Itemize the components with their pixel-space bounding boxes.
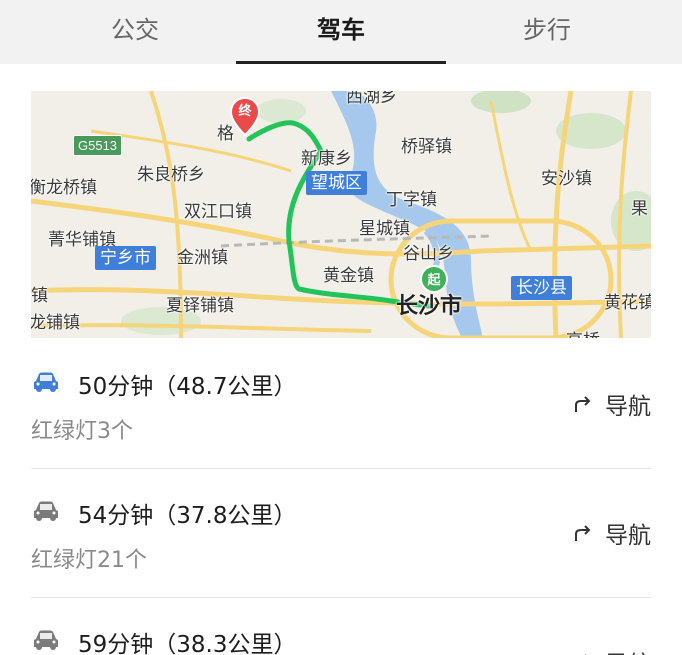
highway-shield: G5513 xyxy=(73,135,123,156)
route-summary: 54分钟（37.8公里） xyxy=(78,503,297,529)
turn-arrow-icon xyxy=(575,396,591,412)
map-label: 金洲镇 xyxy=(177,248,228,268)
navigate-label: 导航 xyxy=(605,394,651,420)
map-label: 黄金镇 xyxy=(323,266,374,286)
traffic-lights-count: 红绿灯21个 xyxy=(31,548,147,573)
tab-walk[interactable]: 步行 xyxy=(472,0,622,64)
traffic-lights-count: 红绿灯3个 xyxy=(31,419,133,444)
district-badge-ningxiang: 宁乡市 xyxy=(95,246,156,270)
district-badge-wangcheng: 望城区 xyxy=(306,171,367,195)
navigate-button[interactable]: 导航 xyxy=(573,389,651,420)
navigate-button[interactable]: 导航 xyxy=(573,647,651,655)
active-tab-indicator xyxy=(236,61,446,64)
map-label: 衡龙桥镇 xyxy=(31,178,97,198)
destination-pin-label: 终 xyxy=(238,104,252,119)
map-label: 安沙镇 xyxy=(541,169,592,189)
origin-pin-icon[interactable]: 起 xyxy=(419,264,449,294)
map-label: 黄花镇 xyxy=(604,293,651,313)
map-label: 龙铺镇 xyxy=(31,313,80,333)
route-option-2[interactable]: 54分钟（37.8公里） 红绿灯21个 导航 xyxy=(31,469,651,598)
map-background xyxy=(31,91,651,338)
map-label: 朱良桥乡 xyxy=(137,165,205,185)
map-label: 新康乡 xyxy=(301,149,352,169)
transport-mode-tabs: 公交 驾车 步行 xyxy=(0,0,682,64)
map-label: 果 xyxy=(631,199,648,219)
route-option-3[interactable]: 59分钟（38.3公里） 导航 xyxy=(31,598,651,655)
car-icon xyxy=(34,501,58,521)
map-label: 丁字镇 xyxy=(386,190,437,210)
navigate-label: 导航 xyxy=(605,523,651,549)
origin-pin-label: 起 xyxy=(427,273,441,288)
map-label: 谷山乡 xyxy=(403,244,454,264)
district-badge-changsha-county: 长沙县 xyxy=(511,276,572,300)
map-label: 镇 xyxy=(31,286,48,306)
route-map[interactable]: 西湖乡 桥驿镇 新康乡 安沙镇 果 衡龙桥镇 朱良桥乡 丁字镇 双江口镇 星城镇… xyxy=(31,91,651,338)
tab-drive[interactable]: 驾车 xyxy=(266,0,416,64)
map-label: 高桥 xyxy=(566,326,600,338)
map-label: 夏铎铺镇 xyxy=(166,296,234,316)
map-label: 双江口镇 xyxy=(184,202,252,222)
car-icon xyxy=(34,630,58,650)
map-label: 桥驿镇 xyxy=(401,137,452,157)
turn-arrow-icon xyxy=(575,525,591,541)
destination-pin-icon[interactable]: 终 xyxy=(229,97,261,137)
route-summary: 59分钟（38.3公里） xyxy=(78,632,297,655)
navigate-button[interactable]: 导航 xyxy=(573,518,651,549)
route-option-1[interactable]: 50分钟（48.7公里） 红绿灯3个 导航 xyxy=(31,340,651,469)
map-label: 西湖乡 xyxy=(346,91,397,107)
car-icon xyxy=(34,372,58,392)
route-summary: 50分钟（48.7公里） xyxy=(78,374,297,400)
tab-bus[interactable]: 公交 xyxy=(60,0,210,64)
map-label: 星城镇 xyxy=(359,219,410,239)
navigate-label: 导航 xyxy=(605,645,651,655)
